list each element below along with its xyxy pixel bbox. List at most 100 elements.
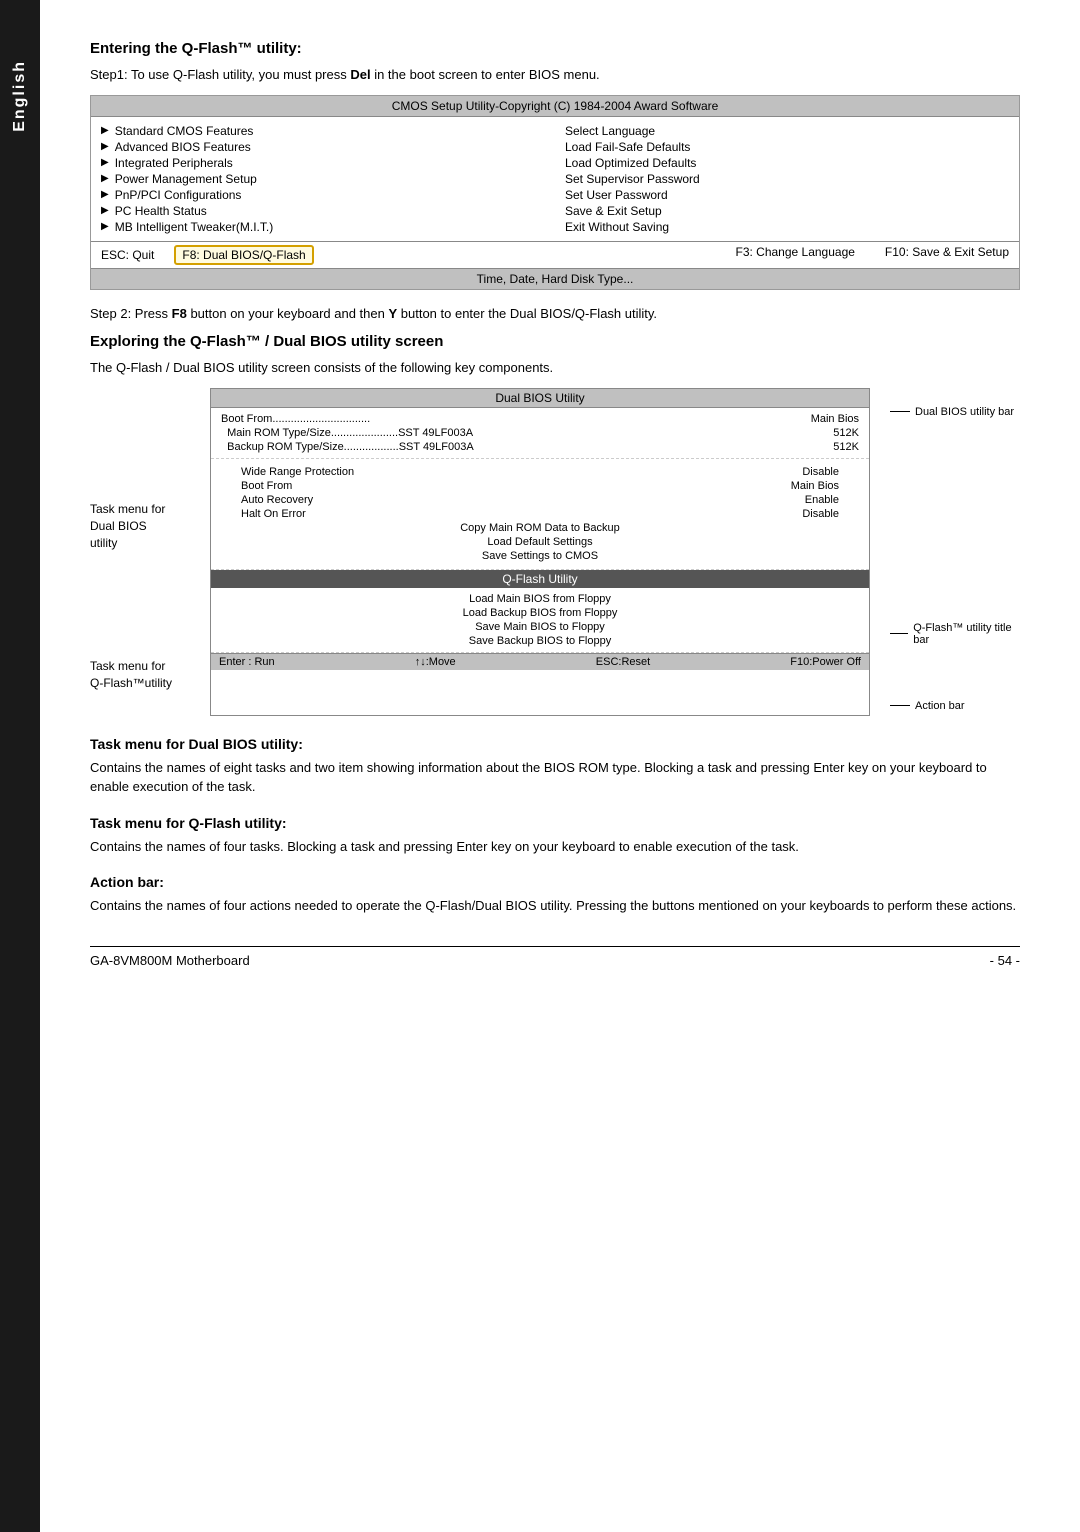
section2-intro: The Q-Flash / Dual BIOS utility screen c…	[90, 358, 1020, 378]
section5-heading: Action bar:	[90, 874, 1020, 890]
bios-f10: F10: Save & Exit Setup	[885, 245, 1009, 265]
sidebar: English	[0, 0, 40, 1532]
copy-main-label: Copy Main ROM Data to Backup	[460, 522, 620, 534]
qflash-label-group: Task menu for Q-Flash™utility	[90, 658, 190, 692]
bios-screenshot: CMOS Setup Utility-Copyright (C) 1984-20…	[90, 95, 1020, 290]
dual-bios-label1: Task menu for	[90, 501, 190, 518]
step2-text3: button to enter the Dual BIOS/Q-Flash ut…	[397, 306, 657, 321]
auto-recovery-row: Auto Recovery Enable	[241, 493, 839, 507]
bios-bottom-bar: Time, Date, Hard Disk Type...	[91, 268, 1019, 289]
step2-bold-f8: F8	[172, 306, 187, 321]
boot-from2-row: Boot From Main Bios	[241, 479, 839, 493]
bios-left-item-5: ▶ PnP/PCI Configurations	[101, 187, 545, 203]
bios-content: ▶ Standard CMOS Features ▶ Advanced BIOS…	[91, 117, 1019, 241]
section-task-qflash: Task menu for Q-Flash utility: Contains …	[90, 815, 1020, 857]
boot-from-value: Main Bios	[811, 413, 859, 425]
main-rom-size: 512K	[833, 427, 859, 439]
section-task-dual-bios: Task menu for Dual BIOS utility: Contain…	[90, 736, 1020, 797]
step2-text1: Step 2: Press	[90, 306, 172, 321]
bios-left-label-2: Advanced BIOS Features	[115, 140, 251, 154]
bios-footer: ESC: Quit F8: Dual BIOS/Q-Flash F3: Chan…	[91, 241, 1019, 268]
dual-bios-label2: Dual BIOS	[90, 518, 190, 535]
boot-from-label: Boot From...............................…	[221, 413, 370, 425]
qflash-item-4: Save Backup BIOS to Floppy	[241, 634, 839, 648]
halt-error-label: Halt On Error	[241, 508, 306, 520]
bios-left-label-7: MB Intelligent Tweaker(M.I.T.)	[115, 220, 274, 234]
qflash-label1: Task menu for	[90, 658, 190, 675]
bios-left-item-6: ▶ PC Health Status	[101, 203, 545, 219]
halt-error-row: Halt On Error Disable	[241, 507, 839, 521]
boot-from2-label: Boot From	[241, 480, 292, 492]
backup-rom-label: Backup ROM Type/Size..................SS…	[221, 441, 474, 453]
section1-heading: Entering the Q-Flash™ utility:	[90, 40, 1020, 57]
dual-bios-tasks: Wide Range Protection Disable Boot From …	[211, 459, 869, 570]
auto-recovery-label: Auto Recovery	[241, 494, 313, 506]
arrow-icon-5: ▶	[101, 189, 109, 200]
bios-right-item-5: Set User Password	[565, 187, 1009, 203]
dual-bios-label-group: Task menu for Dual BIOS utility	[90, 501, 190, 551]
wide-protection-value: Disable	[802, 466, 839, 478]
save-settings-row: Save Settings to CMOS	[241, 549, 839, 563]
arrow-icon-6: ▶	[101, 205, 109, 216]
action-f10: F10:Power Off	[790, 656, 861, 668]
right-label-line-1	[890, 411, 910, 412]
auto-recovery-value: Enable	[805, 494, 839, 506]
dual-bios-utility-box: Dual BIOS Utility Boot From.............…	[210, 388, 870, 716]
section5-text: Contains the names of four actions neede…	[90, 896, 1020, 916]
bios-right-item-1: Select Language	[565, 123, 1009, 139]
action-move: ↑↓:Move	[415, 656, 456, 668]
step1-bold: Del	[350, 67, 370, 82]
bios-left-label-6: PC Health Status	[115, 204, 207, 218]
bios-left-label-5: PnP/PCI Configurations	[115, 188, 242, 202]
boot-from-section: Boot From...............................…	[211, 408, 869, 459]
bios-f3: F3: Change Language	[735, 245, 854, 265]
bios-footer-right: F3: Change Language F10: Save & Exit Set…	[735, 245, 1009, 265]
section-exploring-qflash: Exploring the Q-Flash™ / Dual BIOS utili…	[90, 333, 1020, 716]
bios-left-label-1: Standard CMOS Features	[115, 124, 254, 138]
section3-text: Contains the names of eight tasks and tw…	[90, 758, 1020, 797]
load-default-row: Load Default Settings	[241, 535, 839, 549]
bios-right-item-2: Load Fail-Safe Defaults	[565, 139, 1009, 155]
action-esc: ESC:Reset	[596, 656, 650, 668]
right-label-line-3	[890, 705, 910, 706]
qflash-item-2: Load Backup BIOS from Floppy	[241, 606, 839, 620]
arrow-icon-2: ▶	[101, 141, 109, 152]
halt-error-value: Disable	[802, 508, 839, 520]
section-entering-qflash: Entering the Q-Flash™ utility: Step1: To…	[90, 40, 1020, 323]
bios-esc-quit: ESC: Quit	[101, 248, 154, 262]
arrow-icon-3: ▶	[101, 157, 109, 168]
bios-left-item-1: ▶ Standard CMOS Features	[101, 123, 545, 139]
step1-text1: Step1: To use Q-Flash utility, you must …	[90, 67, 350, 82]
bios-left-column: ▶ Standard CMOS Features ▶ Advanced BIOS…	[101, 123, 545, 235]
dual-bios-utility-title: Dual BIOS Utility	[211, 389, 869, 408]
bios-left-label-3: Integrated Peripherals	[115, 156, 233, 170]
diagram-right-labels: Dual BIOS utility bar Q-Flash™ utility t…	[890, 388, 1020, 716]
right-label-dual-bios-bar: Dual BIOS utility bar	[890, 406, 1020, 418]
arrow-icon-1: ▶	[101, 125, 109, 136]
page-footer: GA-8VM800M Motherboard - 54 -	[90, 946, 1020, 968]
arrow-icon-4: ▶	[101, 173, 109, 184]
action-enter: Enter : Run	[219, 656, 275, 668]
section4-heading: Task menu for Q-Flash utility:	[90, 815, 1020, 831]
copy-main-row: Copy Main ROM Data to Backup	[241, 521, 839, 535]
bios-left-item-7: ▶ MB Intelligent Tweaker(M.I.T.)	[101, 219, 545, 235]
bios-right-item-4: Set Supervisor Password	[565, 171, 1009, 187]
section4-text: Contains the names of four tasks. Blocki…	[90, 837, 1020, 857]
right-label-action-bar: Action bar	[890, 700, 1020, 712]
main-rom-row: Main ROM Type/Size......................…	[221, 426, 859, 440]
qflash-item-3: Save Main BIOS to Floppy	[241, 620, 839, 634]
bios-right-item-7: Exit Without Saving	[565, 219, 1009, 235]
backup-rom-size: 512K	[833, 441, 859, 453]
section2-heading: Exploring the Q-Flash™ / Dual BIOS utili…	[90, 333, 1020, 350]
dual-bios-label3: utility	[90, 535, 190, 552]
main-rom-label: Main ROM Type/Size......................…	[221, 427, 473, 439]
footer-left: GA-8VM800M Motherboard	[90, 953, 250, 968]
section-action-bar: Action bar: Contains the names of four a…	[90, 874, 1020, 916]
dual-bios-diagram: Task menu for Dual BIOS utility Task men…	[90, 388, 1020, 716]
bios-left-item-2: ▶ Advanced BIOS Features	[101, 139, 545, 155]
section1-step1: Step1: To use Q-Flash utility, you must …	[90, 65, 1020, 85]
wide-protection-row: Wide Range Protection Disable	[241, 465, 839, 479]
right-label-text-3: Action bar	[915, 700, 965, 712]
boot-from-row: Boot From...............................…	[221, 412, 859, 426]
bios-f8-highlight: F8: Dual BIOS/Q-Flash	[174, 245, 313, 265]
